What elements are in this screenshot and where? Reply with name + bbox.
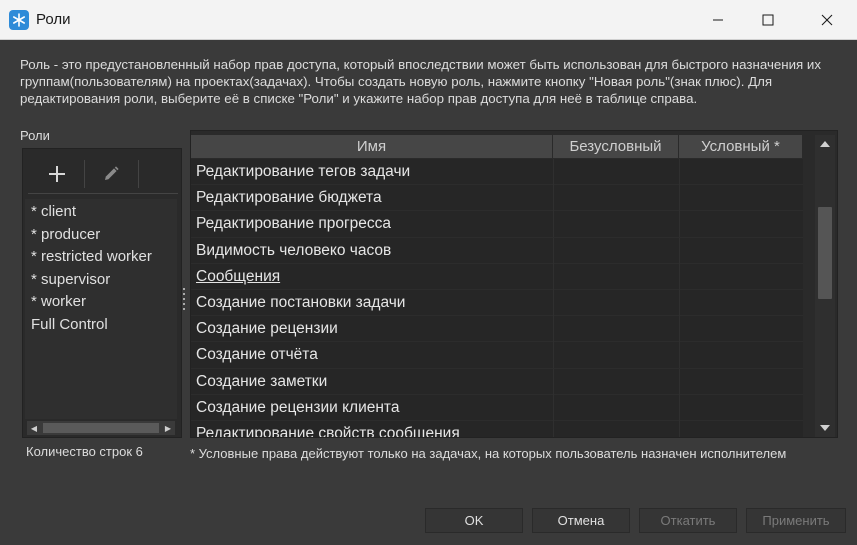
permission-name: Редактирование прогресса — [196, 215, 392, 233]
add-role-button[interactable] — [32, 160, 82, 188]
unconditional-cell[interactable] — [553, 237, 679, 264]
conditional-cell[interactable] — [679, 394, 803, 421]
row-count-label: Количество строк 6 — [26, 444, 143, 459]
unconditional-cell[interactable] — [553, 185, 679, 212]
unconditional-cell[interactable] — [553, 159, 679, 185]
table-row[interactable]: Создание заметки — [191, 368, 803, 395]
toolbar-separator — [138, 160, 139, 188]
role-list[interactable]: * client * producer * restricted worker … — [25, 199, 177, 419]
permission-name: Создание заметки — [196, 372, 328, 390]
permission-name: Видимость человеко часов — [196, 241, 392, 259]
permission-group-link[interactable]: Сообщения — [196, 264, 552, 290]
role-item[interactable]: * restricted worker — [25, 246, 177, 269]
table-row[interactable]: Видимость человеко часов — [191, 237, 803, 264]
conditional-cell[interactable] — [679, 289, 803, 316]
scrollbar-thumb[interactable] — [818, 207, 832, 299]
table-row[interactable]: Создание постановки задачи — [191, 289, 803, 317]
scroll-left-icon[interactable]: ◀ — [27, 421, 41, 435]
role-item[interactable]: * supervisor — [25, 269, 177, 292]
conditional-cell[interactable] — [679, 342, 803, 369]
table-row[interactable]: Создание рецензии клиента — [191, 394, 803, 421]
permissions-table: Имя Безусловный Условный * Редактировани… — [190, 130, 838, 438]
close-icon — [821, 14, 833, 26]
maximize-button[interactable] — [745, 0, 791, 40]
conditional-cell[interactable] — [679, 185, 803, 212]
permission-name: Редактирование тегов задачи — [196, 163, 411, 180]
unconditional-cell[interactable] — [553, 316, 679, 343]
maximize-icon — [762, 14, 774, 26]
table-row[interactable]: Сообщения — [191, 263, 803, 290]
scroll-up-icon[interactable] — [817, 137, 833, 151]
unconditional-cell[interactable] — [553, 211, 679, 238]
snowflake-icon — [9, 10, 29, 30]
table-row[interactable]: Редактирование бюджета — [191, 185, 803, 212]
permission-name: Редактирование бюджета — [196, 189, 382, 207]
permission-name: Создание рецензии клиента — [196, 398, 400, 416]
column-header-unconditional[interactable]: Безусловный — [553, 135, 679, 159]
conditional-cell[interactable] — [679, 368, 803, 395]
description-text: Роль - это предустановленный набор прав … — [20, 57, 822, 106]
unconditional-cell[interactable] — [553, 368, 679, 395]
pencil-icon — [105, 166, 119, 180]
role-item[interactable]: * worker — [25, 291, 177, 314]
conditional-cell[interactable] — [679, 237, 803, 264]
ok-button[interactable]: OK — [425, 508, 523, 533]
roles-toolbar — [28, 154, 178, 194]
role-item[interactable]: Full Control — [25, 314, 177, 337]
permission-name: Создание рецензии — [196, 320, 338, 338]
window-title: Роли — [36, 11, 71, 28]
unconditional-cell[interactable] — [553, 289, 679, 316]
table-body: Редактирование тегов задачи Редактировани… — [191, 159, 803, 438]
permission-name: Редактирование свойств сообщения — [196, 424, 460, 438]
minimize-icon — [713, 19, 723, 21]
conditional-cell[interactable] — [679, 263, 803, 290]
scroll-right-icon[interactable]: ▶ — [161, 421, 175, 435]
role-list-horizontal-scrollbar[interactable]: ◀ ▶ — [27, 421, 175, 435]
table-row[interactable]: Редактирование тегов задачи — [191, 159, 803, 186]
conditional-cell[interactable] — [679, 211, 803, 238]
column-header-conditional[interactable]: Условный * — [679, 135, 803, 159]
panel-splitter-handle[interactable] — [183, 288, 187, 310]
permission-name: Создание отчёта — [196, 346, 318, 364]
table-row[interactable]: Создание отчёта — [191, 342, 803, 369]
toolbar-separator — [84, 160, 85, 188]
scroll-down-icon[interactable] — [817, 421, 833, 435]
minimize-button[interactable] — [695, 0, 741, 40]
roles-label: Роли — [20, 128, 50, 143]
revert-button[interactable]: Откатить — [639, 508, 737, 533]
table-row[interactable]: Редактирование прогресса — [191, 211, 803, 238]
scrollbar-thumb[interactable] — [43, 423, 159, 433]
role-item[interactable]: * producer — [25, 224, 177, 247]
unconditional-cell[interactable] — [553, 394, 679, 421]
column-header-name[interactable]: Имя — [191, 135, 553, 159]
close-button[interactable] — [804, 0, 850, 40]
conditional-cell[interactable] — [679, 159, 803, 185]
plus-icon — [49, 166, 65, 182]
table-vertical-scrollbar[interactable] — [815, 135, 835, 437]
table-footnote: * Условные права действуют только на зад… — [190, 446, 787, 461]
conditional-cell[interactable] — [679, 420, 803, 437]
cancel-button[interactable]: Отмена — [532, 508, 630, 533]
conditional-cell[interactable] — [679, 316, 803, 343]
role-item[interactable]: * client — [25, 201, 177, 224]
unconditional-cell[interactable] — [553, 342, 679, 369]
title-bar[interactable]: Роли — [0, 0, 857, 40]
table-header: Имя Безусловный Условный * — [191, 135, 803, 159]
edit-role-button[interactable] — [86, 160, 136, 188]
unconditional-cell[interactable] — [553, 263, 679, 290]
permission-name: Создание постановки задачи — [196, 293, 406, 311]
roles-panel: * client * producer * restricted worker … — [22, 148, 182, 438]
table-row[interactable]: Создание рецензии — [191, 316, 803, 343]
unconditional-cell[interactable] — [553, 420, 679, 437]
table-row[interactable]: Редактирование свойств сообщения — [191, 420, 803, 438]
apply-button[interactable]: Применить — [746, 508, 846, 533]
